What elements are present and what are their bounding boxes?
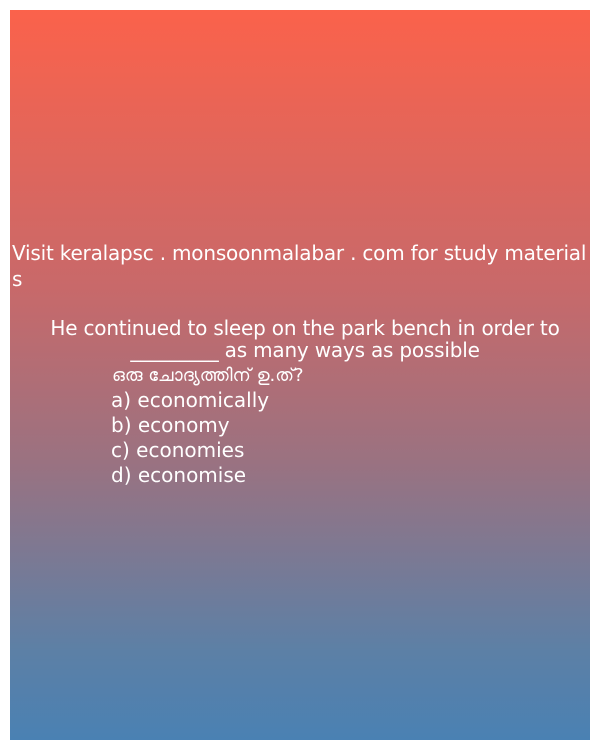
malayalam-line: ഒരു ചോദ്യത്തിന് ഉ.ത്? — [112, 365, 304, 386]
option-d[interactable]: d) economise — [111, 463, 269, 488]
option-a[interactable]: a) economically — [111, 388, 269, 413]
answer-options: a) economically b) economy c) economies … — [111, 388, 269, 488]
question-card: Visit keralapsc . monsoonmalabar . com f… — [10, 10, 590, 740]
promo-text: Visit keralapsc . monsoonmalabar . com f… — [12, 241, 587, 291]
option-c[interactable]: c) economies — [111, 438, 269, 463]
question-text: He continued to sleep on the park bench … — [50, 316, 560, 362]
option-b[interactable]: b) economy — [111, 413, 269, 438]
